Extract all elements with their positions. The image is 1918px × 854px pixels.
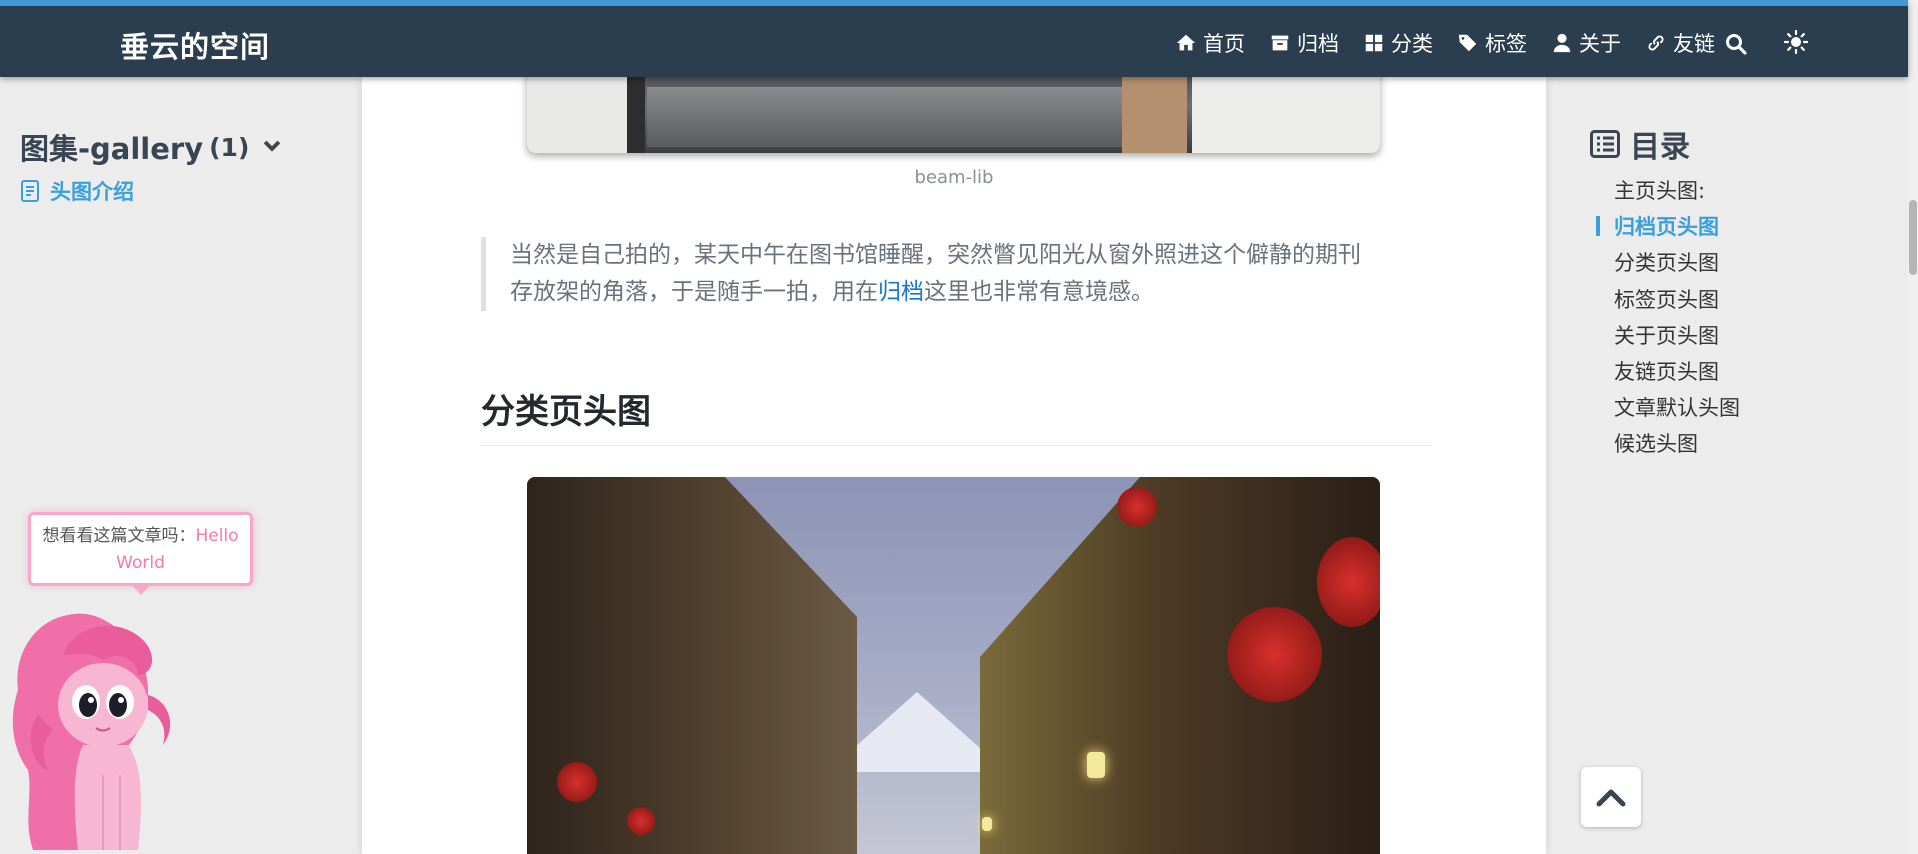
link-icon [1648,35,1664,51]
back-to-top-button[interactable] [1581,767,1641,827]
nav-categories[interactable]: 分类 [1363,28,1433,58]
mascot-speech-bubble: 想看看这篇文章吗：Hello World [28,512,253,595]
sun-icon [1783,29,1809,55]
toc-item[interactable]: 文章默认头图 [1614,393,1740,429]
user-icon [1553,33,1571,53]
toc-item[interactable]: 友链页头图 [1614,357,1740,393]
search-icon [1726,34,1747,55]
toc-item-active[interactable]: 归档页头图 [1596,212,1740,248]
old-town-street-photo[interactable] [527,477,1380,854]
chevron-up-icon [1596,789,1626,807]
blockquote: 当然是自己拍的，某天中午在图书馆睡醒，突然瞥见阳光从窗外照进这个僻静的期刊存放架… [481,237,1381,311]
toc-item[interactable]: 主页头图: [1614,176,1740,212]
quote-text-end: 这里也非常有意境感。 [924,279,1154,305]
category-name: 图集-gallery [20,132,204,166]
sidebar-post-link[interactable]: 头图介绍 [20,176,134,206]
home-icon [1176,34,1196,51]
toc-item[interactable]: 关于页头图 [1614,321,1740,357]
library-photo[interactable] [527,67,1380,153]
archive-icon [1271,35,1289,51]
toc-list: 主页头图: 归档页头图 分类页头图 标签页头图 关于页头图 友链页头图 文章默认… [1596,176,1740,466]
nav-about[interactable]: 关于 [1551,28,1621,58]
site-brand[interactable]: 垂云的空间 [120,24,270,66]
image-caption: beam-lib [914,167,994,188]
theme-toggle-button[interactable] [1783,29,1809,58]
toc-title: 目录 [1590,122,1690,166]
section-heading: 分类页头图 [481,384,1431,446]
pinkie-pie-mascot[interactable] [8,595,183,854]
category-title[interactable]: 图集-gallery (1) [20,126,283,168]
category-count: (1) [209,132,250,162]
archive-link[interactable]: 归档 [878,279,924,305]
toc-item[interactable]: 标签页头图 [1614,285,1740,321]
article-card: beam-lib 当然是自己拍的，某天中午在图书馆睡醒，突然瞥见阳光从窗外照进这… [362,67,1546,854]
chevron-down-icon [264,140,281,152]
grid-icon [1365,34,1383,52]
top-navbar: 垂云的空间 首页 归档 分类 标签 关于 友链 [0,0,1908,77]
toc-item[interactable]: 分类页头图 [1614,248,1740,284]
search-button[interactable] [1724,32,1748,60]
toc-title-label: 目录 [1630,130,1690,165]
document-icon [21,180,39,202]
list-icon [1590,130,1620,158]
nav-home[interactable]: 首页 [1175,28,1245,58]
nav-archive[interactable]: 归档 [1269,28,1339,58]
nav-tags[interactable]: 标签 [1457,28,1527,58]
page-scrollbar[interactable] [1908,0,1918,854]
nav-links: 首页 归档 分类 标签 关于 友链 [1175,28,1715,58]
toc-item[interactable]: 候选头图 [1614,429,1740,465]
mascot-prompt: 想看看这篇文章吗： [42,526,196,546]
nav-friends[interactable]: 友链 [1645,28,1715,58]
scrollbar-thumb[interactable] [1909,200,1917,275]
sidebar-post-label: 头图介绍 [50,180,134,204]
tags-icon [1458,34,1477,52]
